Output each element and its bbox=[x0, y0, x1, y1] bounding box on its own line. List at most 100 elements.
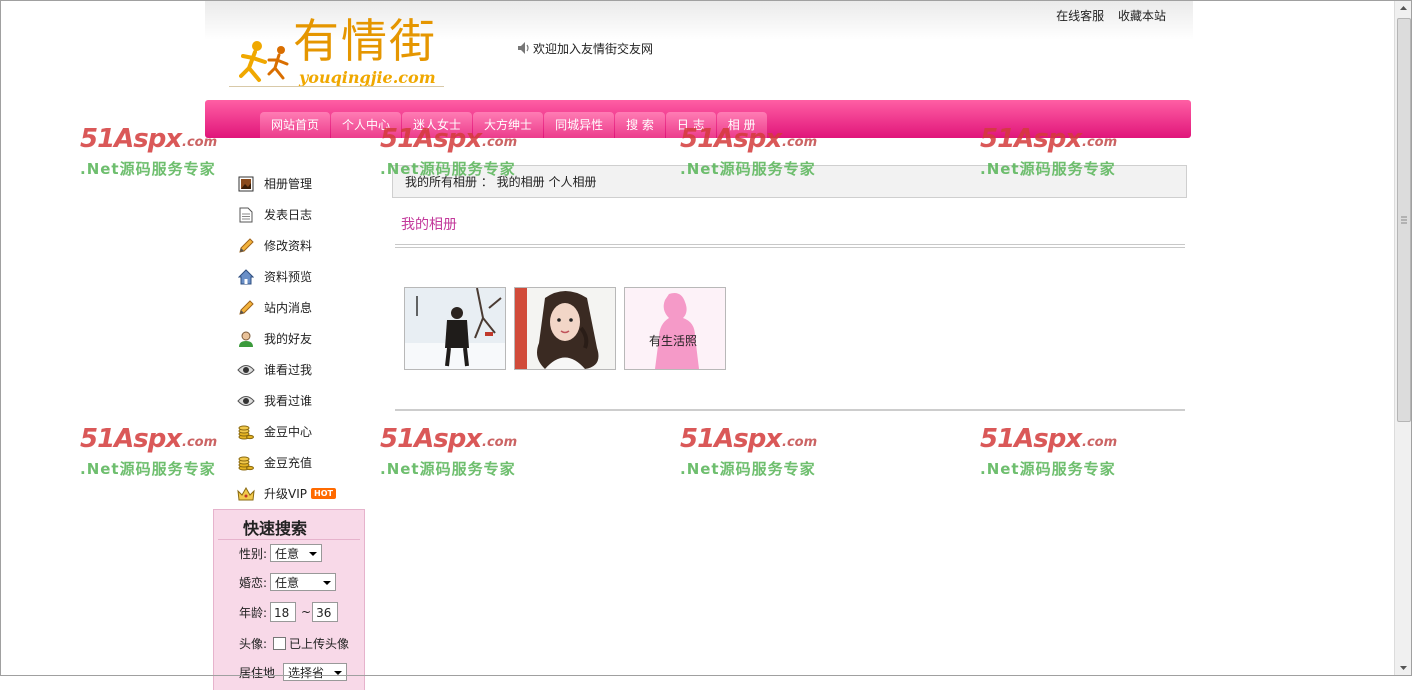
female-silhouette-icon bbox=[625, 288, 725, 369]
nav-home[interactable]: 网站首页 bbox=[260, 112, 331, 138]
avatar-row: 头像: 已上传头像 bbox=[239, 635, 349, 652]
sidebar: 相册管理 发表日志 修改资料 资料预览 站内消息 我的好友 谁看过我 我看过谁 … bbox=[237, 168, 387, 509]
watermark-brand: 51Aspx bbox=[80, 424, 182, 454]
nav-search[interactable]: 搜 索 bbox=[615, 112, 665, 138]
eye-icon bbox=[237, 392, 255, 410]
watermark-brand: 51Aspx bbox=[80, 124, 182, 154]
marital-row: 婚恋: 任意 bbox=[239, 573, 337, 591]
scrollbar-thumb[interactable] bbox=[1397, 18, 1411, 422]
coins-icon bbox=[237, 454, 255, 472]
quick-search-panel: 快速搜索 性别: 任意 婚恋: 任意 年龄: 18 ~ 36 头像: 已上传头像… bbox=[213, 509, 365, 690]
watermark: 51Aspx .com .Net源码服务专家 bbox=[80, 124, 220, 184]
photo-thumbnail-man-snow[interactable] bbox=[404, 287, 506, 370]
chevron-up-icon bbox=[1400, 6, 1407, 10]
online-service-link[interactable]: 在线客服 bbox=[1056, 9, 1104, 23]
marital-label: 婚恋: bbox=[239, 575, 268, 590]
bookmark-site-link[interactable]: 收藏本站 bbox=[1118, 9, 1166, 23]
marital-select-value: 任意 bbox=[275, 576, 300, 590]
sidebar-item-friends[interactable]: 我的好友 bbox=[237, 323, 387, 354]
sidebar-item-label: 我看过谁 bbox=[264, 394, 313, 408]
scroll-up-button[interactable] bbox=[1395, 0, 1412, 17]
sidebar-item-upgrade-vip[interactable]: 升级VIP HOT bbox=[237, 478, 387, 509]
sidebar-item-label: 金豆充值 bbox=[264, 456, 313, 470]
divider bbox=[395, 409, 1185, 411]
document-icon bbox=[237, 206, 255, 224]
sidebar-item-who-viewed-me[interactable]: 谁看过我 bbox=[237, 354, 387, 385]
user-icon bbox=[237, 330, 255, 348]
gender-row: 性别: 任意 bbox=[239, 544, 323, 562]
logo-underline bbox=[229, 86, 444, 87]
age-row: 年龄: 18 ~ 36 bbox=[239, 602, 339, 622]
sidebar-item-profile-preview[interactable]: 资料预览 bbox=[237, 261, 387, 292]
speaker-icon bbox=[518, 42, 529, 54]
home-icon bbox=[237, 268, 255, 286]
gender-label: 性别: bbox=[239, 546, 268, 561]
province-select[interactable]: 选择省 bbox=[283, 663, 348, 681]
gender-select-value: 任意 bbox=[275, 547, 300, 561]
sidebar-item-label: 发表日志 bbox=[264, 208, 313, 222]
chevron-down-icon bbox=[323, 581, 332, 585]
residence-label: 居住地 bbox=[239, 665, 276, 680]
nav-local-singles[interactable]: 同城异性 bbox=[544, 112, 615, 138]
sidebar-item-label: 修改资料 bbox=[264, 239, 313, 253]
crown-icon bbox=[237, 485, 255, 503]
province-select-value: 选择省 bbox=[288, 666, 325, 680]
watermark: 51Aspx .com .Net源码服务专家 bbox=[80, 424, 220, 484]
photo-thumbnail-woman-portrait[interactable] bbox=[514, 287, 616, 370]
age-from-input[interactable]: 18 bbox=[270, 602, 297, 622]
sidebar-item-i-viewed[interactable]: 我看过谁 bbox=[237, 385, 387, 416]
page: 有情街 youqingjie.com 在线客服 收藏本站 欢迎加入友情街交友网 … bbox=[205, 0, 1193, 690]
photo-placeholder-caption: 有生活照 bbox=[649, 334, 698, 348]
welcome-text: 欢迎加入友情街交友网 bbox=[533, 42, 654, 56]
sidebar-item-label: 资料预览 bbox=[264, 270, 313, 284]
residence-row: 居住地 选择省 bbox=[239, 663, 348, 681]
photo-man-snow-image bbox=[405, 288, 505, 369]
coins-icon bbox=[237, 423, 255, 441]
photo-thumbnail-placeholder[interactable]: 有生活照 bbox=[624, 287, 726, 370]
top-links: 在线客服 收藏本站 bbox=[1046, 7, 1166, 24]
sidebar-item-edit-profile[interactable]: 修改资料 bbox=[237, 230, 387, 261]
sidebar-item-label: 谁看过我 bbox=[264, 363, 313, 377]
sidebar-item-label: 升级VIP bbox=[264, 487, 307, 501]
album-photo-list: 有生活照 bbox=[404, 287, 734, 370]
sidebar-item-gold-center[interactable]: 金豆中心 bbox=[237, 416, 387, 447]
site-logo[interactable]: 有情街 youqingjie.com bbox=[227, 10, 457, 90]
header: 有情街 youqingjie.com 在线客服 收藏本站 欢迎加入友情街交友网 bbox=[205, 0, 1193, 100]
breadcrumb: 我的所有相册 ： 我的相册 个人相册 bbox=[392, 165, 1187, 198]
runner-logo-icon bbox=[239, 41, 289, 82]
photo-album-icon bbox=[237, 175, 255, 193]
age-separator: ~ bbox=[301, 605, 312, 619]
avatar-uploaded-label: 已上传头像 bbox=[289, 637, 350, 651]
chevron-down-icon bbox=[334, 671, 343, 675]
nav-ladies[interactable]: 迷人女士 bbox=[402, 112, 473, 138]
sidebar-item-post-blog[interactable]: 发表日志 bbox=[237, 199, 387, 230]
hot-badge: HOT bbox=[311, 488, 336, 499]
photo-woman-portrait-image bbox=[515, 288, 615, 369]
grip-icon bbox=[1401, 216, 1407, 224]
chevron-down-icon bbox=[1400, 666, 1407, 670]
sidebar-item-label: 金豆中心 bbox=[264, 425, 313, 439]
age-label: 年龄: bbox=[239, 605, 268, 620]
sidebar-item-label: 我的好友 bbox=[264, 332, 313, 346]
sidebar-item-messages[interactable]: 站内消息 bbox=[237, 292, 387, 323]
main-nav: 网站首页 个人中心 迷人女士 大方绅士 同城异性 搜 索 日 志 相 册 bbox=[205, 100, 1191, 138]
eye-icon bbox=[237, 361, 255, 379]
avatar-uploaded-checkbox[interactable] bbox=[273, 637, 287, 650]
vertical-scrollbar[interactable] bbox=[1394, 0, 1412, 676]
welcome-message: 欢迎加入友情街交友网 bbox=[517, 40, 653, 57]
sidebar-item-gold-recharge[interactable]: 金豆充值 bbox=[237, 447, 387, 478]
nav-personal-center[interactable]: 个人中心 bbox=[331, 112, 402, 138]
age-to-input[interactable]: 36 bbox=[312, 602, 339, 622]
nav-album[interactable]: 相 册 bbox=[716, 112, 767, 138]
gender-select[interactable]: 任意 bbox=[270, 544, 323, 562]
marital-select[interactable]: 任意 bbox=[270, 573, 337, 591]
album-title: 我的相册 bbox=[401, 217, 457, 233]
scroll-down-button[interactable] bbox=[1395, 659, 1412, 676]
nav-gentlemen[interactable]: 大方绅士 bbox=[473, 112, 544, 138]
sidebar-item-album-manage[interactable]: 相册管理 bbox=[237, 168, 387, 199]
nav-blog[interactable]: 日 志 bbox=[665, 112, 716, 138]
sidebar-item-label: 站内消息 bbox=[264, 301, 313, 315]
pencil-icon bbox=[237, 299, 255, 317]
chevron-down-icon bbox=[309, 552, 318, 556]
logo-title: 有情街 bbox=[293, 14, 437, 68]
